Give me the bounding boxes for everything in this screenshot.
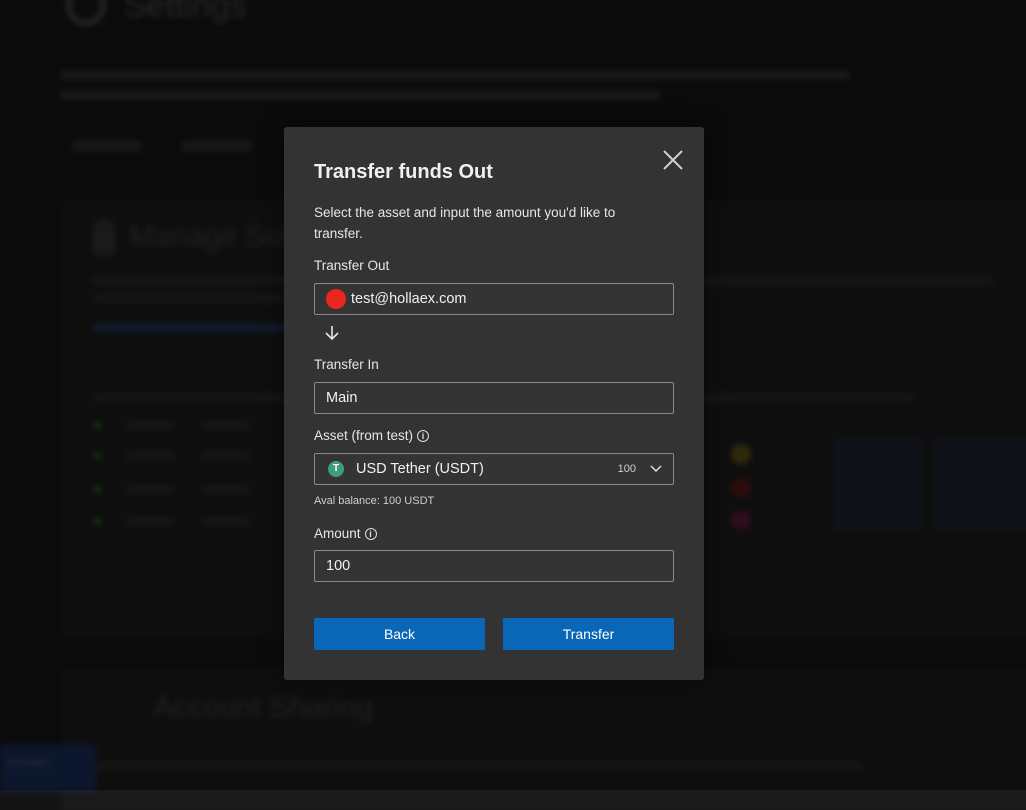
info-icon[interactable]: i xyxy=(364,527,377,540)
asset-label: Asset (from test) i xyxy=(314,428,430,443)
arrow-down-icon xyxy=(324,324,340,342)
transfer-in-field[interactable]: Main xyxy=(314,382,674,414)
transfer-out-label: Transfer Out xyxy=(314,258,389,273)
asset-select[interactable]: T USD Tether (USDT) 100 xyxy=(314,453,674,485)
chevron-down-icon[interactable] xyxy=(650,465,662,473)
amount-label-text: Amount xyxy=(314,526,361,541)
transfer-out-value: test@hollaex.com xyxy=(351,291,467,307)
back-button[interactable]: Back xyxy=(314,618,485,650)
close-icon[interactable] xyxy=(660,147,686,173)
transfer-out-label-text: Transfer Out xyxy=(314,258,390,273)
asset-label-text: Asset (from test) xyxy=(314,428,414,443)
available-balance: Aval balance: 100 USDT xyxy=(314,495,435,507)
transfer-in-value: Main xyxy=(326,390,358,406)
asset-balance: 100 xyxy=(617,463,636,475)
transfer-button[interactable]: Transfer xyxy=(503,618,674,650)
modal-title: Transfer funds Out xyxy=(314,161,493,183)
account-avatar xyxy=(326,289,346,309)
tether-icon: T xyxy=(328,461,344,477)
amount-label: Amount i xyxy=(314,526,377,541)
amount-input[interactable]: 100 xyxy=(314,550,674,582)
transfer-in-label-text: Transfer In xyxy=(314,357,379,372)
amount-value: 100 xyxy=(326,558,351,574)
transfer-modal: Transfer funds Out Select the asset and … xyxy=(284,127,704,680)
transfer-in-label: Transfer In xyxy=(314,357,379,372)
info-icon[interactable]: i xyxy=(417,429,430,442)
asset-selected-value: USD Tether (USDT) xyxy=(356,461,484,477)
transfer-out-field[interactable]: test@hollaex.com xyxy=(314,283,674,315)
modal-description: Select the asset and input the amount yo… xyxy=(314,205,616,241)
